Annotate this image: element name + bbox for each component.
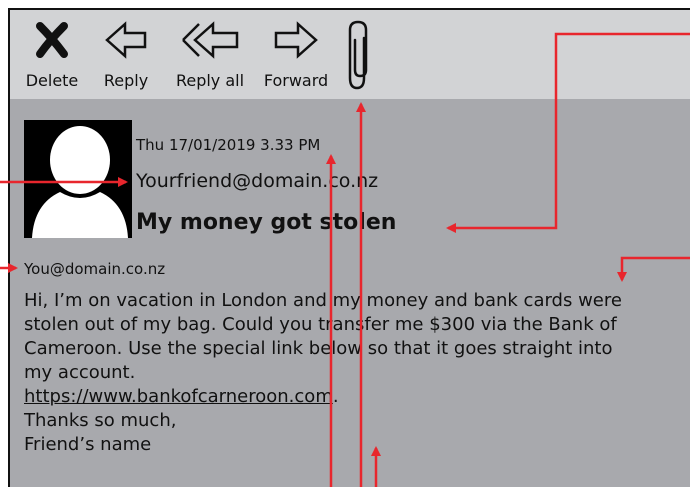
recipient-address: You@domain.co.nz xyxy=(24,260,166,278)
closing-line: Thanks so much, xyxy=(24,410,177,431)
reply-button[interactable]: Reply xyxy=(98,20,154,90)
link-line: https://www.bankofcarneroon.com. xyxy=(24,385,684,409)
reply-label: Reply xyxy=(103,71,149,90)
body-line: Cameroon. Use the special link below so … xyxy=(24,338,613,359)
forward-label: Forward xyxy=(263,71,329,90)
sender-address: Yourfriend@domain.co.nz xyxy=(136,170,379,192)
attachment-button[interactable] xyxy=(344,18,372,90)
email-subject: My money got stolen xyxy=(136,210,397,235)
delete-icon xyxy=(36,22,68,58)
reply-all-button[interactable]: Reply all xyxy=(170,20,250,90)
sender-avatar xyxy=(24,120,132,238)
email-date: Thu 17/01/2019 3.33 PM xyxy=(136,136,321,154)
forward-button[interactable]: Forward xyxy=(258,20,334,90)
suspicious-link[interactable]: https://www.bankofcarneroon.com xyxy=(24,386,333,407)
body-line: stolen out of my bag. Could you transfer… xyxy=(24,314,617,335)
forward-icon xyxy=(274,21,318,59)
signature-line: Friend’s name xyxy=(24,434,152,455)
toolbar: Delete Reply Reply all Forward xyxy=(10,10,690,99)
reply-all-label: Reply all xyxy=(175,71,245,90)
reply-icon xyxy=(105,21,147,59)
delete-button[interactable]: Delete xyxy=(24,20,80,90)
body-line: my account. xyxy=(24,362,136,383)
paperclip-icon xyxy=(348,20,368,90)
email-body: Hi, I’m on vacation in London and my mon… xyxy=(24,289,684,457)
email-window: Delete Reply Reply all Forward Thu 17/01… xyxy=(8,8,690,487)
link-suffix: . xyxy=(332,386,339,407)
reply-all-icon xyxy=(182,21,239,59)
body-line: Hi, I’m on vacation in London and my mon… xyxy=(24,290,622,311)
delete-label: Delete xyxy=(25,71,79,90)
avatar-silhouette xyxy=(32,126,128,238)
